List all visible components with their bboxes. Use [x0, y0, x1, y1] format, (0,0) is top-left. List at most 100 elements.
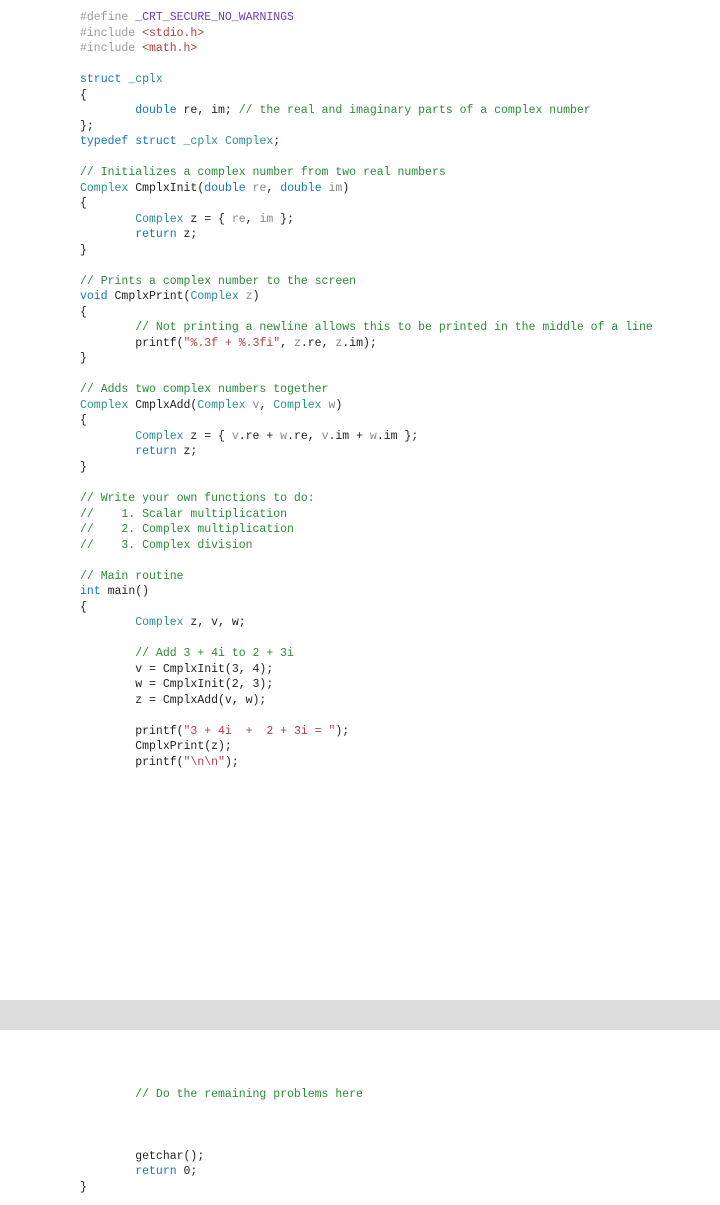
token: // Main routine: [80, 570, 184, 583]
token: re: [232, 213, 246, 226]
page-break: [0, 1000, 720, 1030]
token: Complex: [80, 430, 184, 443]
token: // Not printing a newline allows this to…: [80, 321, 653, 334]
token: // Adds two complex numbers together: [80, 383, 328, 396]
token: struct: [128, 135, 176, 148]
token: ): [335, 399, 342, 412]
token: z = {: [184, 213, 232, 226]
token: v: [246, 399, 260, 412]
token: #include: [80, 27, 142, 40]
token: .im);: [342, 337, 377, 350]
token: 0;: [177, 1165, 198, 1178]
token: .re,: [287, 430, 322, 443]
token: {: [80, 197, 87, 210]
token: // 3. Complex division: [80, 539, 253, 552]
token: {: [80, 601, 87, 614]
token: CmplxPrint(z);: [80, 740, 232, 753]
token: ,: [266, 182, 280, 195]
token: // Initializes a complex number from two…: [80, 166, 446, 179]
token: v = CmplxInit(3, 4);: [80, 663, 273, 676]
token: // Add 3 + 4i to 2 + 3i: [80, 647, 294, 660]
token: im: [322, 182, 343, 195]
token: z = CmplxAdd(v, w);: [80, 694, 266, 707]
token: <stdio.h>: [142, 27, 204, 40]
token: #include: [80, 42, 142, 55]
token: );: [335, 725, 349, 738]
code-block-page1: #define _CRT_SECURE_NO_WARNINGS #include…: [0, 0, 720, 780]
token: };: [273, 213, 294, 226]
token: double: [280, 182, 321, 195]
token: .im +: [329, 430, 370, 443]
token: v: [232, 430, 239, 443]
token: typedef: [80, 135, 128, 148]
token: {: [80, 89, 87, 102]
token: Complex: [80, 399, 128, 412]
token: .re +: [239, 430, 280, 443]
token: }: [80, 461, 87, 474]
token: // Prints a complex number to the screen: [80, 275, 356, 288]
token: ): [253, 290, 260, 303]
token: // 2. Complex multiplication: [80, 523, 294, 536]
token: return: [80, 228, 177, 241]
token: {: [80, 306, 87, 319]
token: Complex: [80, 182, 128, 195]
token: CmplxInit(: [128, 182, 204, 195]
token: double: [80, 104, 177, 117]
token: ,: [259, 399, 273, 412]
token: .im };: [377, 430, 418, 443]
token: _CRT_SECURE_NO_WARNINGS: [135, 11, 294, 24]
token: }: [80, 1181, 87, 1194]
token: re: [246, 182, 267, 195]
token: // 1. Scalar multiplication: [80, 508, 287, 521]
token: struct: [80, 73, 121, 86]
token: }: [80, 244, 87, 257]
token: "%.3f + %.3fi": [184, 337, 281, 350]
token: Complex: [218, 135, 273, 148]
token: main(): [101, 585, 149, 598]
token: {: [80, 414, 87, 427]
page-gap: [0, 780, 720, 1000]
token: double: [204, 182, 245, 195]
token: void: [80, 290, 108, 303]
token: int: [80, 585, 101, 598]
token: w = CmplxInit(2, 3);: [80, 678, 273, 691]
token: printf(: [80, 725, 184, 738]
token: z: [239, 290, 253, 303]
token: CmplxAdd(: [128, 399, 197, 412]
token: z = {: [184, 430, 232, 443]
token: z, v, w;: [184, 616, 246, 629]
code-block-page2: // Do the remaining problems here getcha…: [0, 1030, 720, 1205]
token: _cplx: [177, 135, 218, 148]
token: #define: [80, 11, 135, 24]
token: );: [225, 756, 239, 769]
token: printf(: [80, 756, 184, 769]
token: }: [80, 352, 87, 365]
token: printf(: [80, 337, 184, 350]
token: w: [370, 430, 377, 443]
token: z;: [177, 228, 198, 241]
token: // the real and imaginary parts of a com…: [239, 104, 591, 117]
token: ;: [273, 135, 280, 148]
token: v: [322, 430, 329, 443]
token: // Do the remaining problems here: [80, 1088, 363, 1101]
token: CmplxPrint(: [108, 290, 191, 303]
token: getchar();: [80, 1150, 204, 1163]
token: // Write your own functions to do:: [80, 492, 315, 505]
token: ): [342, 182, 349, 195]
token: return: [80, 1165, 177, 1178]
token: Complex: [273, 399, 321, 412]
token: re, im;: [177, 104, 239, 117]
token: z: [294, 337, 301, 350]
token: .re,: [301, 337, 336, 350]
token: return: [80, 445, 177, 458]
token: _cplx: [121, 73, 162, 86]
token: "\n\n": [184, 756, 225, 769]
token: w: [322, 399, 336, 412]
token: Complex: [80, 616, 184, 629]
token: ,: [280, 337, 294, 350]
token: "3 + 4i + 2 + 3i = ": [184, 725, 336, 738]
token: Complex: [190, 290, 238, 303]
token: ,: [246, 213, 260, 226]
token: };: [80, 120, 94, 133]
token: Complex: [197, 399, 245, 412]
